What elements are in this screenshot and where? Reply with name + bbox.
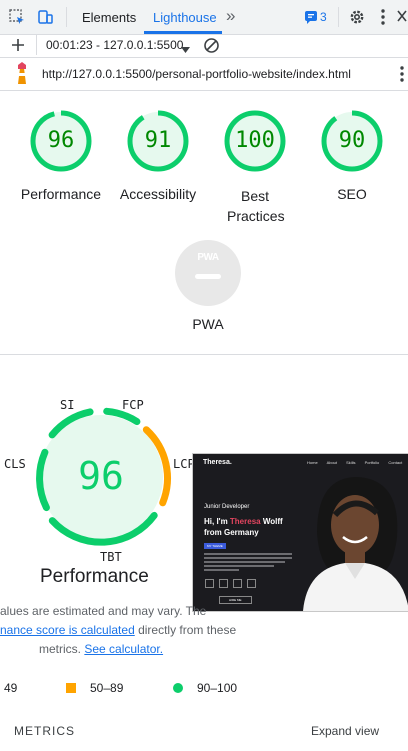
note-line3: metrics. See calculator.: [0, 640, 240, 659]
legend-fail-range: 49: [4, 681, 18, 695]
url-menu-icon[interactable]: [399, 66, 405, 87]
screenshot-brand: Theresa.: [203, 459, 232, 466]
social-icon: [219, 579, 228, 588]
legend-average-square-icon: [66, 683, 76, 693]
issues-icon[interactable]: [304, 10, 318, 29]
inspect-element-icon[interactable]: [8, 8, 26, 31]
pwa-dash: [195, 274, 221, 279]
pwa-badge-text: PWA: [197, 252, 219, 263]
new-report-icon[interactable]: [10, 37, 26, 58]
screenshot-subtitle: Junior Developer: [204, 504, 250, 510]
toolbar-separator: [66, 7, 67, 27]
more-options-icon[interactable]: [380, 9, 386, 30]
device-toolbar-icon[interactable]: [36, 8, 54, 31]
legend-pass-circle-icon: [173, 683, 183, 693]
social-icon: [205, 579, 214, 588]
performance-title: Performance: [40, 566, 149, 587]
devtools-tab-bar: Elements Lighthouse » 3: [0, 0, 408, 35]
headline-pre: Hi, I'm: [204, 517, 230, 526]
close-devtools-icon[interactable]: [396, 9, 408, 28]
screenshot-theme-badge: MY THEME: [204, 543, 226, 549]
label-tbt: TBT: [100, 550, 122, 564]
screenshot-headline: Hi, I'm Theresa Wolff from Germany: [204, 516, 283, 538]
note-line1: alues are estimated and may vary. The: [0, 604, 207, 618]
gauge-score: 96: [47, 128, 75, 153]
gauge-label: SEO: [337, 186, 367, 202]
screenshot-paragraph: [204, 553, 292, 571]
gauge-score: 90: [338, 128, 366, 153]
label-si: SI: [60, 398, 75, 412]
settings-gear-icon[interactable]: [348, 8, 366, 31]
score-gauges: 96 Performance 91 Accessibility 100 Best…: [0, 100, 408, 340]
score-legend: 49 50–89 90–100: [0, 680, 408, 698]
gauge-score: 91: [144, 128, 172, 153]
note-line3-text: metrics.: [39, 642, 85, 656]
gauge-label: Best Practices: [227, 188, 285, 224]
note-line2-rest: directly from these: [134, 623, 237, 637]
performance-score: 96: [78, 454, 124, 498]
headline-name: Theresa: [229, 517, 261, 526]
social-icon: [233, 579, 242, 588]
label-cls: CLS: [4, 457, 26, 471]
note-line2: nance score is calculated directly from …: [0, 621, 240, 640]
clear-reports-icon[interactable]: [203, 37, 220, 59]
screenshot-portrait: [303, 477, 408, 611]
toolbar-separator: [338, 7, 339, 27]
see-calculator-link[interactable]: See calculator.: [84, 642, 163, 656]
legend-pass-range: 90–100: [197, 681, 238, 695]
gauge-score: 100: [235, 128, 275, 153]
final-screenshot[interactable]: Theresa. Home About Skills Portfolio Con…: [192, 453, 408, 612]
gauge-label: Performance: [20, 186, 102, 202]
pwa-label: PWA: [192, 316, 224, 332]
section-divider: [0, 354, 408, 355]
lighthouse-toolbar: 00:01:23 - 127.0.0.1:5500: [0, 35, 408, 58]
score-calculated-link[interactable]: nance score is calculated: [0, 623, 135, 637]
tab-lighthouse[interactable]: Lighthouse: [153, 10, 217, 25]
issues-count[interactable]: 3: [320, 10, 327, 24]
label-fcp: FCP: [122, 398, 144, 412]
audited-url-bar: http://127.0.0.1:5500/personal-portfolio…: [0, 58, 408, 91]
metrics-title: METRICS: [14, 724, 75, 738]
headline-line2: from Germany: [204, 528, 259, 537]
screenshot-social-icons: [205, 579, 265, 588]
dropdown-arrow-icon[interactable]: [181, 41, 190, 59]
social-icon: [247, 579, 256, 588]
report-selector[interactable]: 00:01:23 - 127.0.0.1:5500: [46, 38, 183, 52]
estimate-note: alues are estimated and may vary. The na…: [0, 602, 240, 659]
tab-elements[interactable]: Elements: [82, 10, 136, 25]
more-tabs-icon[interactable]: »: [226, 6, 235, 26]
audited-url: http://127.0.0.1:5500/personal-portfolio…: [42, 67, 351, 81]
gauge-label: Accessibility: [119, 186, 197, 202]
headline-post: Wolff: [260, 517, 283, 526]
lighthouse-logo-icon: [12, 62, 32, 91]
expand-view-toggle[interactable]: Expand view: [311, 724, 379, 738]
legend-average-range: 50–89: [90, 681, 124, 695]
toolbar-separator: [36, 35, 37, 55]
active-tab-indicator: [144, 31, 222, 34]
metrics-header: METRICS Expand view: [0, 722, 408, 742]
pwa-badge-icon: PWA: [175, 240, 241, 306]
